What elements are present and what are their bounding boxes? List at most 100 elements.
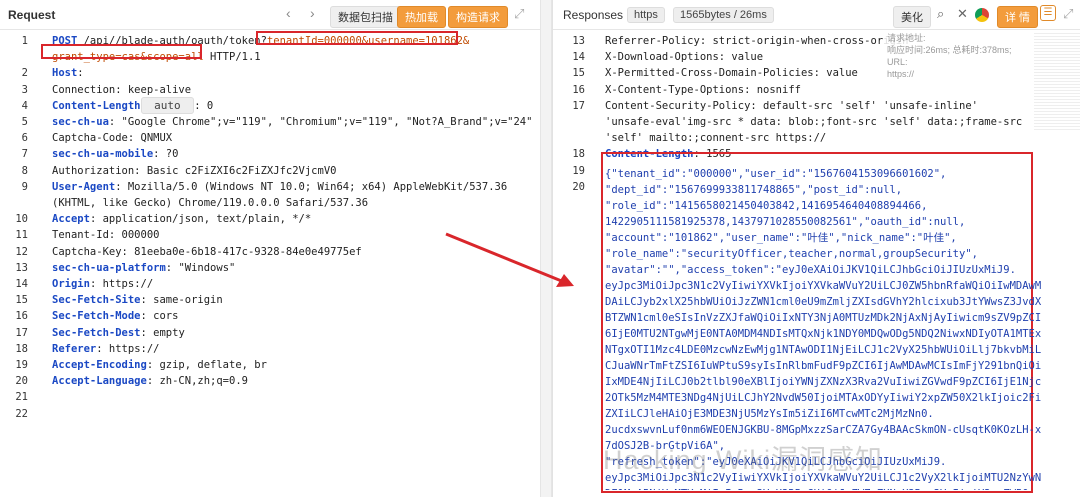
- response-toolbar: Responses https 1565bytes / 26ms 美化 ⌕ ✕ …: [553, 0, 1080, 30]
- line-number: 2: [21, 67, 28, 80]
- header-key: sec-ch-ua-platform: [52, 261, 166, 274]
- code-text: :: [77, 67, 90, 80]
- line-number: 8: [21, 164, 28, 177]
- code-line: Accept-Language: zh-CN,zh;q=0.9: [52, 373, 248, 389]
- header-key: Sec-Fetch-Mode: [52, 310, 141, 323]
- size-time-badge: 1565bytes / 26ms: [673, 7, 774, 23]
- line-number: 19: [572, 164, 585, 177]
- request-title: Request: [8, 8, 56, 22]
- header-key: Host: [52, 67, 78, 80]
- scan-packet-button[interactable]: 数据包扫描: [330, 6, 401, 28]
- close-icon[interactable]: ✕: [957, 6, 968, 22]
- line-number: 21: [15, 391, 28, 404]
- code-line: Referer: https://: [52, 341, 159, 357]
- code-text: Captcha-Code: QNMUX: [52, 132, 173, 145]
- line-number: 14: [15, 278, 28, 290]
- code-line: Accept-Encoding: gzip, deflate, br: [52, 357, 267, 373]
- expand-icon[interactable]: ⤢: [1063, 6, 1073, 22]
- minimap[interactable]: [1034, 31, 1080, 131]
- code-text: Authorization: Basic c2FiZXI6c2FiZXJfc2V…: [52, 164, 337, 177]
- line-number: 1: [21, 35, 28, 47]
- header-key: Origin: [52, 278, 90, 290]
- code-line: Captcha-Code: QNMUX: [52, 130, 172, 146]
- code-line: (KHTML, like Gecko) Chrome/119.0.0.0 Saf…: [52, 195, 368, 211]
- query-highlight-box-2: [41, 44, 202, 59]
- code-text: : https://: [89, 278, 154, 290]
- code-line: Accept: application/json, text/plain, */…: [52, 211, 311, 227]
- search-icon[interactable]: ⌕: [937, 6, 944, 22]
- hot-reload-button[interactable]: 热加载: [397, 6, 446, 28]
- code-line: Content-Security-Policy: default-src 'se…: [605, 98, 978, 114]
- code-text: : same-origin: [140, 294, 223, 307]
- line-number: 18: [572, 148, 585, 161]
- line-number: 6: [21, 132, 28, 145]
- header-key: Accept-Language: [52, 375, 147, 388]
- code-line: User-Agent: Mozilla/5.0 (Windows NT 10.0…: [52, 179, 507, 195]
- line-number: 9: [21, 180, 28, 193]
- line-number: 16: [572, 83, 585, 96]
- line-number: 17: [572, 99, 585, 112]
- header-key: Accept-Encoding: [52, 359, 147, 371]
- code-line: Sec-Fetch-Mode: cors: [52, 308, 178, 324]
- code-text: : https://: [96, 342, 160, 355]
- code-text: : 0: [194, 99, 214, 112]
- line-number: 4: [21, 99, 28, 112]
- header-key: Accept: [52, 213, 90, 226]
- line-number: [0, 49, 28, 65]
- line-number: 10: [15, 213, 28, 226]
- line-number: 7: [21, 148, 28, 161]
- code-line: Tenant-Id: 000000: [52, 227, 159, 243]
- request-toolbar: Request ‹ › 数据包扫描 热加载 构造请求 ⤢: [0, 0, 540, 30]
- line-number: 11: [15, 229, 28, 242]
- header-key: Content-Length: [52, 99, 141, 112]
- line-number: [553, 130, 585, 146]
- line-number: 19: [15, 359, 28, 371]
- code-text: : zh-CN,zh;q=0.9: [146, 375, 248, 388]
- expand-icon[interactable]: ⤢: [514, 6, 524, 22]
- line-number: 13: [572, 35, 585, 47]
- request-info-tooltip: 请求地址: 响应时间:26ms; 总耗时:378ms; URL: https:/…: [883, 30, 1033, 79]
- comment-icon[interactable]: ☰: [1040, 5, 1056, 21]
- chrome-icon[interactable]: [975, 8, 989, 22]
- code-text: auto: [140, 96, 195, 114]
- line-number: [0, 195, 28, 211]
- code-line: Connection: keep-alive: [52, 82, 191, 98]
- code-line: Sec-Fetch-Dest: empty: [52, 325, 185, 341]
- back-icon[interactable]: ‹: [286, 5, 291, 21]
- header-key: Sec-Fetch-Dest: [52, 326, 141, 339]
- header-key: sec-ch-ua: [52, 116, 109, 128]
- code-line: 'unsafe-eval'img-src * data: blob:;font-…: [605, 114, 1022, 130]
- code-text: 'self' mailto:;connent-src https://: [605, 132, 827, 145]
- code-line: Content-Length auto : 0: [52, 96, 214, 114]
- detail-button[interactable]: 详 情: [997, 6, 1039, 28]
- code-text: : cors: [140, 310, 179, 323]
- code-text: 'unsafe-eval'img-src * data: blob:;font-…: [605, 116, 1023, 128]
- code-text: Referrer-Policy: strict-origin-when-cros…: [605, 35, 909, 47]
- header-key: Sec-Fetch-Site: [52, 294, 141, 307]
- line-number: 13: [15, 261, 28, 274]
- code-text: (KHTML, like Gecko) Chrome/119.0.0.0 Saf…: [52, 197, 369, 209]
- line-number: [553, 114, 585, 130]
- code-text: HTTP/1.1: [203, 51, 261, 64]
- forward-icon[interactable]: ›: [310, 5, 315, 21]
- code-line: X-Permitted-Cross-Domain-Policies: value: [605, 65, 858, 81]
- line-number: 12: [15, 245, 28, 258]
- line-number: 14: [572, 51, 585, 64]
- header-key: Referer: [52, 342, 97, 355]
- line-number: 5: [21, 116, 28, 128]
- line-number: 15: [15, 294, 28, 307]
- code-text: X-Download-Options: value: [605, 51, 764, 64]
- construct-request-button[interactable]: 构造请求: [448, 6, 508, 28]
- code-line: Referrer-Policy: strict-origin-when-cros…: [605, 33, 908, 49]
- code-text: X-Permitted-Cross-Domain-Policies: value: [605, 67, 858, 80]
- line-number: 3: [21, 83, 28, 96]
- code-text: : "Google Chrome";v="119", "Chromium";v=…: [108, 116, 533, 128]
- query-highlight-box-1: [256, 31, 458, 45]
- header-key: User-Agent: [52, 180, 116, 193]
- line-number: 17: [15, 326, 28, 339]
- code-line: X-Download-Options: value: [605, 49, 763, 65]
- code-text: : Mozilla/5.0 (Windows NT 10.0; Win64; x…: [115, 180, 508, 193]
- code-line: 'self' mailto:;connent-src https://: [605, 130, 826, 146]
- protocol-badge: https: [627, 7, 665, 23]
- beautify-button[interactable]: 美化: [893, 6, 931, 28]
